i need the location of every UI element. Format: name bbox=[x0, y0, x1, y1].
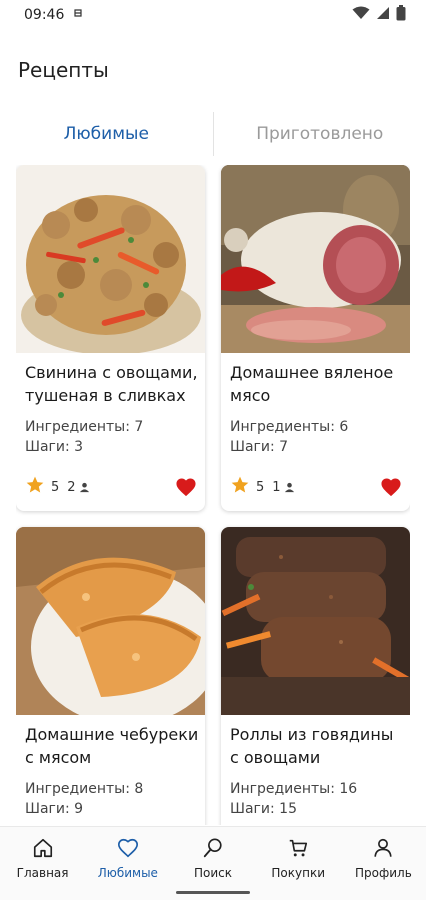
recipe-meta: Ингредиенты: 7 Шаги: 3 bbox=[25, 417, 143, 457]
recipe-photo bbox=[16, 165, 205, 353]
nav-search[interactable]: Поиск bbox=[170, 827, 255, 900]
ingredients-count: Ингредиенты: 6 bbox=[230, 419, 349, 435]
recipe-grid[interactable]: Свинина с овощами, тушеная в сливках Инг… bbox=[16, 165, 410, 825]
search-icon bbox=[202, 837, 224, 866]
recipe-name: Домашние чебуреки с мясом bbox=[25, 725, 199, 767]
person-icon bbox=[79, 482, 90, 493]
nav-favorites-label: Любимые bbox=[97, 866, 158, 880]
ingredients-count: Ингредиенты: 16 bbox=[230, 781, 358, 797]
ingredients-count: Ингредиенты: 8 bbox=[25, 781, 144, 797]
ingredients-count: Ингредиенты: 7 bbox=[25, 419, 144, 435]
home-icon bbox=[32, 837, 54, 866]
tab-cooked[interactable]: Приготовлено bbox=[214, 124, 426, 144]
recipe-card[interactable]: Роллы из говядины с овощами Ингредиенты:… bbox=[221, 527, 410, 825]
person-icon bbox=[284, 482, 295, 493]
tab-bar: Любимые Приготовлено bbox=[0, 110, 426, 158]
nav-shopping[interactable]: Покупки bbox=[256, 827, 341, 900]
steps-count: Шаги: 3 bbox=[25, 439, 84, 455]
nav-favorites[interactable]: Любимые bbox=[85, 827, 170, 900]
recipe-photo bbox=[221, 165, 410, 353]
star-icon bbox=[25, 475, 45, 499]
cooked-count: 2 bbox=[67, 479, 76, 495]
heart-outline-icon bbox=[117, 837, 139, 866]
star-icon bbox=[230, 475, 250, 499]
tab-favorites[interactable]: Любимые bbox=[0, 124, 213, 144]
recipe-footer: 5 1 bbox=[230, 475, 402, 499]
recipe-photo bbox=[16, 527, 205, 715]
nav-home-label: Главная bbox=[16, 866, 69, 880]
nav-search-label: Поиск bbox=[194, 866, 233, 880]
rating-value: 5 bbox=[51, 479, 60, 495]
bottom-nav: Главная Любимые Поиск Покупки Профиль bbox=[0, 826, 426, 900]
recipe-meta: Ингредиенты: 8 Шаги: 9 bbox=[25, 779, 143, 819]
rating-value: 5 bbox=[256, 479, 265, 495]
favorite-heart-icon[interactable] bbox=[380, 477, 402, 497]
steps-count: Шаги: 15 bbox=[230, 801, 297, 817]
nav-home[interactable]: Главная bbox=[0, 827, 85, 900]
recipe-name: Домашнее вяленое мясо bbox=[230, 363, 394, 405]
cart-icon bbox=[287, 837, 309, 866]
wifi-icon bbox=[352, 6, 370, 24]
steps-count: Шаги: 9 bbox=[25, 801, 84, 817]
recipe-card[interactable]: Домашнее вяленое мясо Ингредиенты: 6 Шаг… bbox=[221, 165, 410, 511]
status-time: 09:46 bbox=[24, 7, 65, 23]
page-title: Рецепты bbox=[18, 58, 109, 82]
nav-profile[interactable]: Профиль bbox=[341, 827, 426, 900]
nav-shopping-label: Покупки bbox=[271, 866, 326, 880]
recipe-card[interactable]: Домашние чебуреки с мясом Ингредиенты: 8… bbox=[16, 527, 205, 825]
battery-icon bbox=[396, 5, 406, 25]
recipe-name: Роллы из говядины с овощами bbox=[230, 725, 394, 767]
signal-icon bbox=[376, 6, 390, 24]
recipe-photo bbox=[221, 527, 410, 715]
recipe-name: Свинина с овощами, тушеная в сливках bbox=[25, 363, 198, 405]
recipe-meta: Ингредиенты: 16 Шаги: 15 bbox=[230, 779, 357, 819]
home-indicator bbox=[176, 891, 250, 894]
status-bar: 09:46 bbox=[0, 0, 426, 30]
steps-count: Шаги: 7 bbox=[230, 439, 289, 455]
recipe-card[interactable]: Свинина с овощами, тушеная в сливках Инг… bbox=[16, 165, 205, 511]
person-icon bbox=[372, 837, 394, 866]
nav-profile-label: Профиль bbox=[355, 866, 412, 880]
favorite-heart-icon[interactable] bbox=[175, 477, 197, 497]
sync-icon bbox=[72, 7, 84, 23]
recipe-footer: 5 2 bbox=[25, 475, 197, 499]
recipe-meta: Ингредиенты: 6 Шаги: 7 bbox=[230, 417, 348, 457]
cooked-count: 1 bbox=[272, 479, 281, 495]
